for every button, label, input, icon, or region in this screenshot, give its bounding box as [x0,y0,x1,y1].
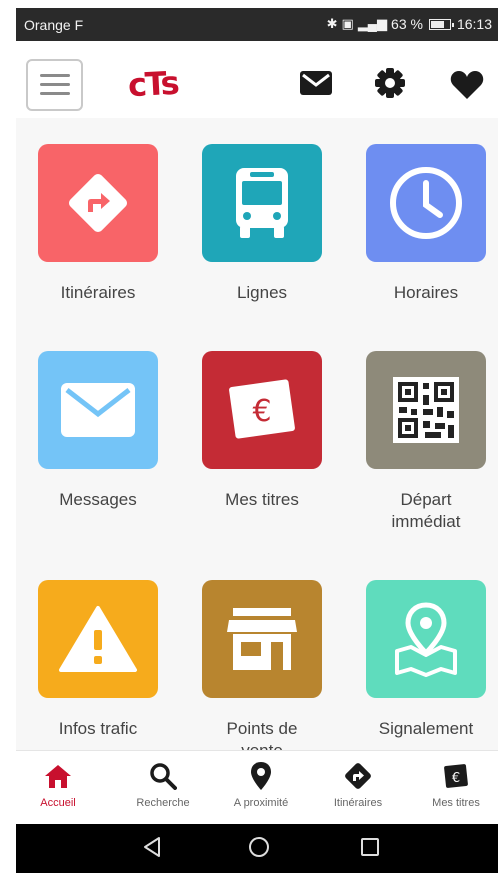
status-bar: Orange F ✱ ▣ ▂▄▆ 63 % 16:13 [16,8,498,41]
nav-accueil[interactable]: Accueil [16,761,106,809]
app-bar: cTs [16,41,498,118]
menu-grid: Itinéraires Lignes Horaires Messages € M… [16,118,498,750]
tile-messages[interactable]: Messages [38,351,158,511]
nav-itineraires[interactable]: Itinéraires [310,761,406,809]
bluetooth-icon: ✱ [326,16,338,31]
tile-label: Départ immédiat [391,490,461,531]
nav-label: Mes titres [432,797,480,809]
tile-points-de-vente[interactable]: Points de vente [202,580,322,750]
nav-label: Accueil [40,797,76,809]
app-screen: Orange F ✱ ▣ ▂▄▆ 63 % 16:13 cTs Itinérai… [16,8,498,873]
tile-mes-titres[interactable]: € Mes titres [202,351,322,511]
tile-label: Points de vente [226,719,298,750]
tile-label: Messages [59,490,137,509]
battery-icon [428,18,454,30]
menu-icon [40,74,70,77]
cts-logo: cTs [127,63,179,105]
directions-icon [345,763,371,789]
tile-signalement[interactable]: Signalement [366,580,486,740]
envelope-icon [61,383,135,437]
menu-button[interactable] [26,59,83,111]
directions-icon [68,173,128,233]
location-pin-icon [251,762,271,790]
nav-label: Recherche [136,797,190,809]
system-navigation-bar [16,824,498,873]
tile-label: Horaires [393,283,459,302]
recents-icon[interactable] [359,835,381,859]
tile-itineraires[interactable]: Itinéraires [38,144,158,304]
clock-icon [390,167,462,239]
nav-mes-titres[interactable]: € Mes titres [408,761,498,809]
tile-depart-immediat[interactable]: Départ immédiat [366,351,486,533]
signal-icon: ▂▄▆ [357,16,388,31]
tile-lignes[interactable]: Lignes [202,144,322,304]
heart-icon[interactable] [450,70,484,100]
qr-code-icon [393,377,459,443]
back-icon[interactable] [141,835,163,859]
clock-time: 16:13 [456,16,492,32]
nav-label: A proximité [233,797,289,809]
nav-label: Itinéraires [333,797,383,809]
gear-icon[interactable] [374,67,406,99]
bus-icon [236,168,288,238]
tile-horaires[interactable]: Horaires [366,144,486,304]
store-icon [227,608,297,670]
carrier-name: Orange F [24,17,84,33]
tile-label: Infos trafic [58,719,138,738]
tile-label: Itinéraires [60,283,136,302]
mail-icon[interactable] [299,70,333,96]
euro-ticket-icon: € [444,764,468,788]
svg-text:€: € [452,771,460,786]
home-circle-icon[interactable] [247,835,271,859]
map-pin-icon [395,602,457,677]
tile-label: Mes titres [225,490,299,509]
nav-a-proximite[interactable]: A proximité [213,761,309,809]
svg-text:€: € [252,394,271,429]
tile-label: Lignes [236,283,288,302]
home-icon [45,765,71,788]
tile-label: Signalement [378,719,474,738]
warning-icon [59,606,137,672]
search-icon [150,763,177,790]
euro-ticket-icon: € [229,379,295,439]
nav-recherche[interactable]: Recherche [115,761,211,809]
bottom-navigation: Accueil Recherche A proximité Itinéraire… [16,750,498,824]
nfc-icon: ▣ [341,16,354,31]
tile-infos-trafic[interactable]: Infos trafic [38,580,158,740]
battery-percent: 63 % [391,16,423,32]
